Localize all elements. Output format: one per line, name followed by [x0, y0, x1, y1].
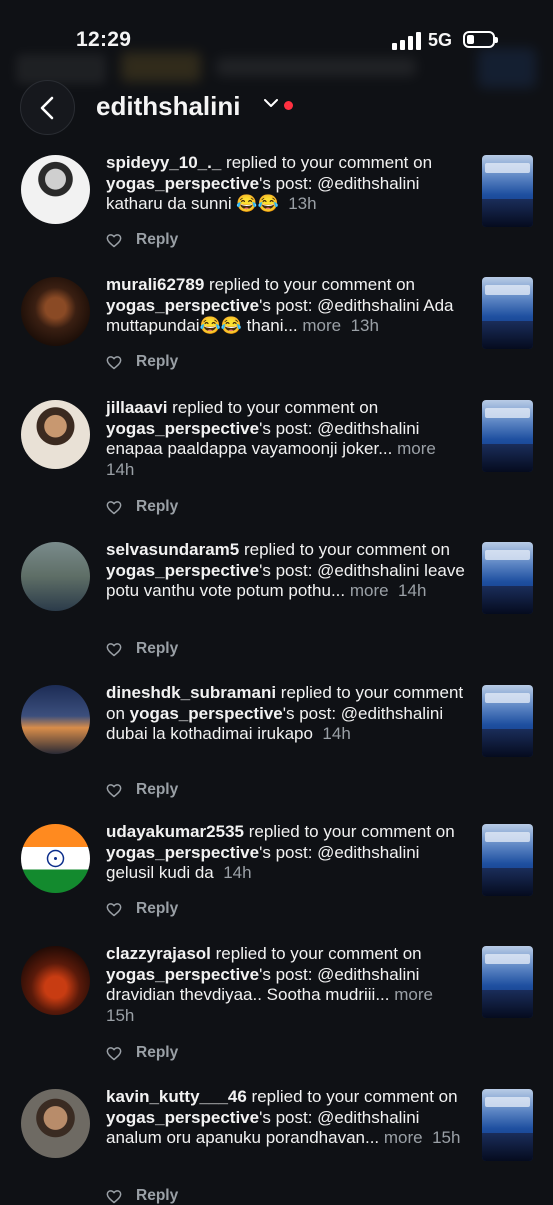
username[interactable]: spideyy_10_._	[106, 153, 221, 172]
username[interactable]: kavin_kutty___46	[106, 1087, 247, 1106]
post-owner[interactable]: yogas_perspective	[106, 561, 259, 580]
heart-icon[interactable]	[106, 902, 122, 917]
reply-button[interactable]: Reply	[136, 498, 178, 516]
reply-button[interactable]: Reply	[136, 900, 178, 918]
heart-icon[interactable]	[106, 233, 122, 248]
more-link[interactable]: more	[298, 316, 341, 335]
action-text: replied to your comment on	[210, 944, 422, 963]
post-owner[interactable]: yogas_perspective	[106, 419, 259, 438]
username[interactable]: dineshdk_subramani	[106, 683, 276, 702]
avatar[interactable]	[21, 824, 90, 893]
username[interactable]: clazzyrajasol	[106, 944, 211, 963]
heart-icon[interactable]	[106, 500, 122, 515]
more-link[interactable]: more	[390, 985, 433, 1004]
action-text: replied to your comment on	[246, 1087, 458, 1106]
post-owner[interactable]: yogas_perspective	[130, 704, 283, 723]
avatar[interactable]	[21, 946, 90, 1015]
signal-icon	[392, 32, 422, 50]
blurred-background	[16, 48, 536, 88]
notification-text[interactable]: kavin_kutty___46 replied to your comment…	[106, 1087, 468, 1149]
post-thumbnail[interactable]	[482, 400, 533, 472]
action-text: replied to your comment on	[221, 153, 433, 172]
chevron-down-icon[interactable]	[264, 99, 278, 108]
notification-text[interactable]: jillaaavi replied to your comment on yog…	[106, 398, 468, 480]
heart-icon[interactable]	[106, 1046, 122, 1061]
reply-button[interactable]: Reply	[136, 1187, 178, 1205]
timestamp: 13h	[341, 316, 379, 335]
post-owner[interactable]: yogas_perspective	[106, 843, 259, 862]
reply-button[interactable]: Reply	[136, 640, 178, 658]
timestamp: 14h	[312, 724, 351, 743]
action-text: replied to your comment on	[239, 540, 450, 559]
post-thumbnail[interactable]	[482, 824, 533, 896]
notification-text[interactable]: dineshdk_subramani replied to your comme…	[106, 683, 468, 745]
heart-icon[interactable]	[106, 642, 122, 657]
battery-icon	[463, 31, 498, 48]
post-thumbnail[interactable]	[482, 542, 533, 614]
avatar[interactable]	[21, 1089, 90, 1158]
more-link[interactable]: more	[345, 581, 389, 600]
timestamp: 14h	[213, 863, 252, 882]
notification-text[interactable]: spideyy_10_._ replied to your comment on…	[106, 153, 468, 215]
post-thumbnail[interactable]	[482, 155, 533, 227]
notification-text[interactable]: udayakumar2535 replied to your comment o…	[106, 822, 468, 884]
notification-dot	[284, 101, 293, 110]
post-thumbnail[interactable]	[482, 1089, 533, 1161]
reply-button[interactable]: Reply	[136, 781, 178, 799]
action-text: replied to your comment on	[167, 398, 379, 417]
notification-text[interactable]: clazzyrajasol replied to your comment on…	[106, 944, 468, 1026]
back-button[interactable]	[20, 80, 75, 135]
page-title[interactable]: edithshalini	[96, 91, 240, 122]
avatar[interactable]	[21, 542, 90, 611]
timestamp: 14h	[388, 581, 427, 600]
battery-level	[467, 35, 474, 44]
post-thumbnail[interactable]	[482, 685, 533, 757]
reply-button[interactable]: Reply	[136, 353, 178, 371]
timestamp: 13h	[278, 194, 317, 213]
avatar[interactable]	[21, 400, 90, 469]
post-thumbnail[interactable]	[482, 946, 533, 1018]
network-label: 5G	[428, 30, 453, 50]
heart-icon[interactable]	[106, 355, 122, 370]
reply-button[interactable]: Reply	[136, 231, 178, 249]
notification-text[interactable]: selvasundaram5 replied to your comment o…	[106, 540, 468, 602]
username[interactable]: selvasundaram5	[106, 540, 239, 559]
more-link[interactable]: more	[379, 1128, 423, 1147]
post-thumbnail[interactable]	[482, 277, 533, 349]
more-link[interactable]: more	[392, 439, 436, 458]
timestamp: 15h	[422, 1128, 461, 1147]
username[interactable]: jillaaavi	[106, 398, 167, 417]
reply-button[interactable]: Reply	[136, 1044, 178, 1062]
username[interactable]: murali62789	[106, 275, 204, 294]
post-owner[interactable]: yogas_perspective	[106, 965, 259, 984]
post-owner[interactable]: yogas_perspective	[106, 1108, 259, 1127]
action-text: replied to your comment on	[243, 822, 455, 841]
post-owner[interactable]: yogas_perspective	[106, 296, 259, 315]
heart-icon[interactable]	[106, 783, 122, 798]
status-bar: 12:29 5G	[0, 0, 553, 88]
avatar[interactable]	[21, 685, 90, 754]
avatar[interactable]	[21, 277, 90, 346]
notification-text[interactable]: murali62789 replied to your comment on y…	[106, 275, 468, 337]
heart-icon[interactable]	[106, 1189, 122, 1204]
username[interactable]: udayakumar2535	[106, 822, 244, 841]
action-text: replied to your comment on	[204, 275, 416, 294]
post-owner[interactable]: yogas_perspective	[106, 174, 259, 193]
avatar[interactable]	[21, 155, 90, 224]
chevron-left-icon	[40, 96, 54, 120]
